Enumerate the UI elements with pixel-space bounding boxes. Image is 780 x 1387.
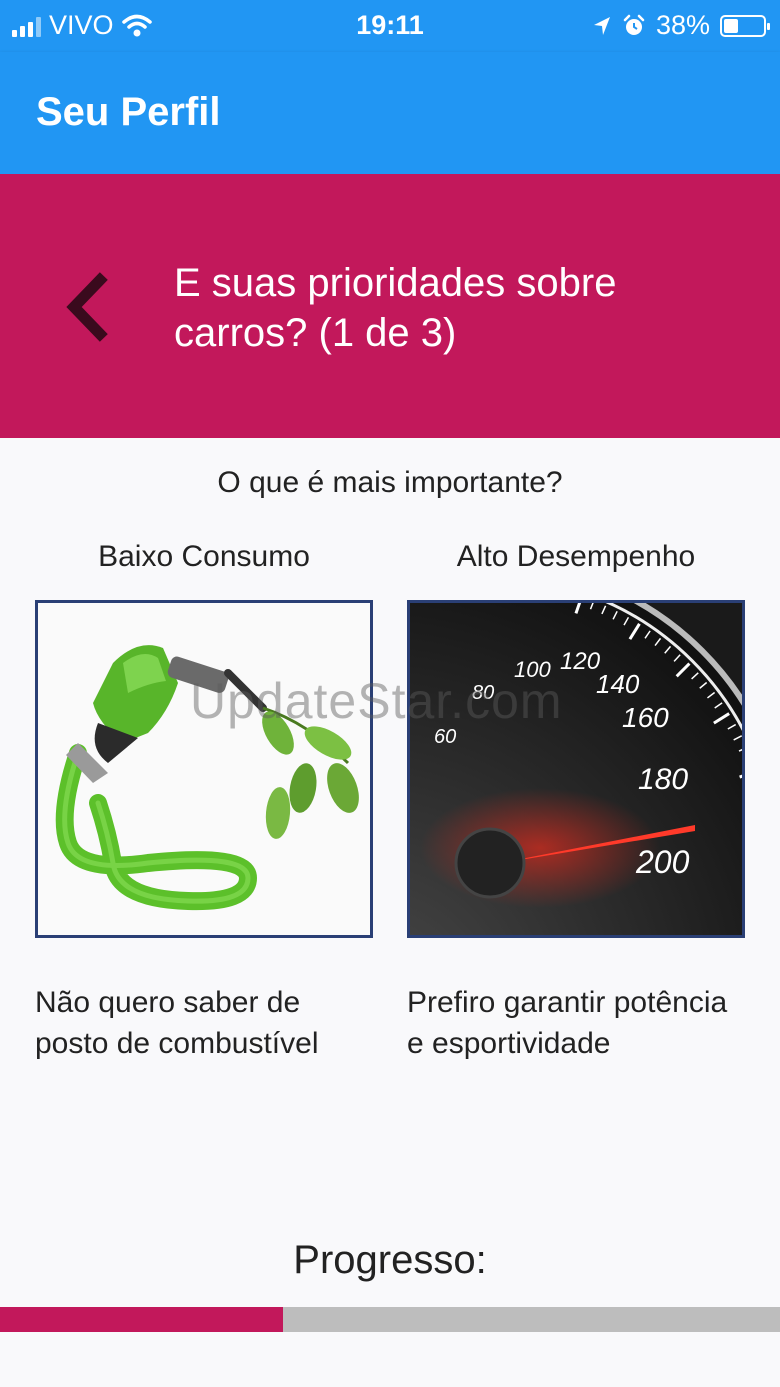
speedometer-image[interactable]: 60 80 100 120 140 160 180 200 [407,600,745,938]
status-bar: VIVO 19:11 38% [0,0,780,52]
progress-fill [0,1307,283,1332]
option-description: Prefiro garantir potência e esportividad… [407,986,728,1060]
fuel-nozzle-leaves-image[interactable] [35,600,373,938]
app-bar-title: Seu Perfil [36,90,221,134]
chevron-left-icon [66,272,108,342]
option-high-performance[interactable]: Alto Desempenho 60 80 100 120 140 160 18… [407,540,745,1064]
location-arrow-icon [593,16,610,35]
watermark: UpdateStar.com [190,673,563,729]
question-text: O que é mais importante? [217,466,563,499]
app-bar: Seu Perfil [0,52,780,174]
gauge-label: 140 [596,669,640,699]
banner-title: E suas prioridades sobre carros? (1 de 3… [174,261,617,355]
alarm-icon [623,14,645,35]
option-low-consumption[interactable]: Baixo Consumo Não quero saber de posto d… [35,540,373,1064]
option-label: Alto Desempenho [456,540,696,573]
option-description: Não quero saber de posto de combustível [35,986,319,1060]
battery-icon [720,14,770,37]
speedometer-graphic: 60 80 100 120 140 160 180 200 [410,603,742,935]
progress-label: Progresso: [293,1238,487,1282]
battery-percent: 38% [655,10,710,40]
status-right: 38% [592,10,770,41]
gauge-label: 180 [638,763,688,796]
option-label: Baixo Consumo [98,540,310,573]
gauge-label: 160 [622,702,669,733]
question-banner: E suas prioridades sobre carros? (1 de 3… [0,174,780,438]
gauge-label: 120 [560,648,601,675]
gauge-label: 200 [635,844,690,880]
progress-bar [0,1307,780,1332]
back-button[interactable] [52,262,122,352]
